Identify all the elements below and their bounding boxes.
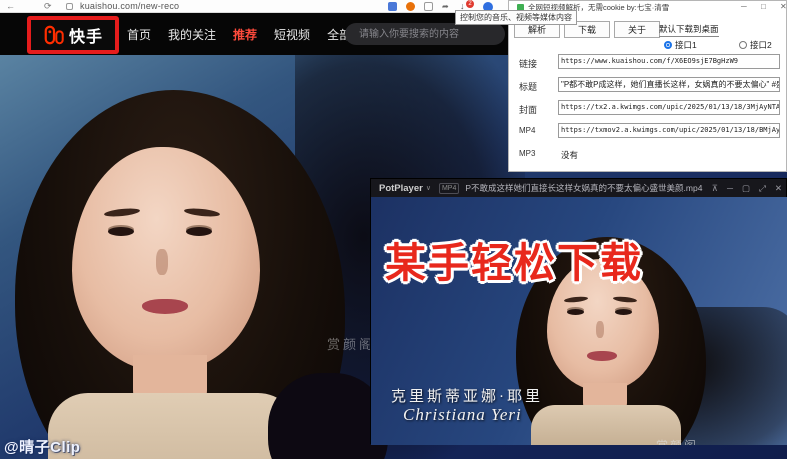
format-tag: MP4: [439, 183, 459, 194]
field-link[interactable]: https://www.kuaishou.com/f/X6EO9sjE7BgHz…: [558, 54, 780, 69]
field-mp3: 没有: [561, 149, 578, 161]
person-eye: [567, 309, 584, 315]
caption-english: Christiana Yeri: [403, 405, 522, 425]
media-control-tooltip: 控制您的音乐、视频等媒体内容: [455, 10, 577, 25]
radio-interface-2[interactable]: 接口2: [739, 39, 772, 51]
maximize-icon[interactable]: □: [761, 1, 766, 13]
person-eye: [186, 227, 212, 236]
close-icon[interactable]: ✕: [780, 1, 787, 13]
creator-watermark: @晴子Clip: [4, 436, 80, 457]
radio-unselected-icon[interactable]: [739, 41, 747, 49]
person-lips: [587, 351, 617, 361]
person-nose: [596, 321, 604, 338]
potplayer-window: PotPlayer ∨ MP4 P不敢成这样她们直接长这样女娲真的不要太偏心盛世…: [370, 178, 787, 444]
search-input[interactable]: [345, 23, 505, 45]
chevron-down-icon[interactable]: ∨: [426, 184, 431, 192]
extension-icon[interactable]: [388, 2, 397, 11]
minimize-icon[interactable]: ─: [741, 1, 747, 13]
radio-selected-icon[interactable]: [664, 41, 672, 49]
refresh-icon[interactable]: ⟳: [44, 0, 52, 13]
nav-following[interactable]: 我的关注: [168, 26, 216, 43]
person-lips: [142, 299, 188, 314]
video-watermark: 赏颜阁: [327, 334, 375, 353]
person-brow: [613, 296, 637, 303]
minimize-icon[interactable]: ─: [727, 179, 733, 197]
person-brow: [104, 207, 141, 218]
nav-recommend[interactable]: 推荐: [233, 26, 257, 43]
field-label-mp3: MP3: [519, 149, 535, 158]
field-label-cover: 封面: [519, 103, 537, 116]
close-icon[interactable]: ✕: [775, 179, 782, 197]
address-bar[interactable]: kuaishou.com/new-reco: [80, 0, 179, 13]
parser-window: 全网短视频解析，无需cookie by:七宝·清雪 ─ □ ✕ 解析 下载 关于…: [508, 0, 787, 172]
potplayer-filename: P不敢成这样她们直接长这样女娲真的不要太偏心盛世美颜.mp4: [465, 182, 703, 194]
nav-home[interactable]: 首页: [127, 26, 151, 43]
logo-highlight-box: 快手: [27, 16, 119, 54]
extension-icon[interactable]: [406, 2, 415, 11]
person-eye: [108, 227, 134, 236]
field-label-mp4: MP4: [519, 126, 535, 135]
fullscreen-icon[interactable]: ⤢: [759, 179, 766, 197]
maximize-icon[interactable]: ▢: [742, 179, 750, 197]
field-cover[interactable]: https://tx2.a.kwimgs.com/upic/2025/01/13…: [558, 100, 780, 115]
share-icon[interactable]: ➦: [442, 0, 449, 13]
pin-icon[interactable]: ⊼: [712, 179, 718, 197]
caption-chinese: 克里斯蒂亚娜·耶里: [391, 385, 543, 406]
person-brow: [564, 296, 588, 303]
field-label-title: 标题: [519, 80, 537, 93]
field-label-link: 链接: [519, 57, 537, 70]
site-icon: [66, 3, 73, 10]
person-brow: [184, 207, 221, 218]
field-mp4[interactable]: https://txmov2.a.kwimgs.com/upic/2025/01…: [558, 123, 780, 138]
nav-shortvideo[interactable]: 短视频: [274, 26, 310, 43]
tab-about[interactable]: 关于: [614, 21, 660, 38]
video-watermark: 赏颜阁: [656, 437, 698, 445]
potplayer-app-name[interactable]: PotPlayer: [379, 183, 423, 194]
back-icon[interactable]: ←: [6, 0, 15, 13]
video-overlay-text: 某手轻松下载: [385, 229, 643, 289]
site-nav: 首页 我的关注 推荐 短视频 全部∨: [127, 13, 359, 55]
kuaishou-logo-text[interactable]: 快手: [69, 23, 103, 47]
person-nose: [156, 249, 168, 275]
screen: 赏颜阁 @晴子Clip ← ⟳ kuaishou.com/new-reco ➦ …: [0, 0, 787, 459]
kuaishou-logo-icon: [43, 24, 65, 46]
radio-interface-1[interactable]: 接口1: [664, 39, 697, 51]
field-title[interactable]: "P都不敢P成这样，她们直播长这样，女娲真的不要太偏心" #盛世美颜: [558, 77, 780, 92]
person-eye: [615, 309, 632, 315]
potplayer-video[interactable]: 某手轻松下载 克里斯蒂亚娜·耶里 Christiana Yeri 赏颜阁: [371, 197, 787, 445]
extension-icon[interactable]: [424, 2, 433, 11]
person-clothing: [48, 393, 298, 459]
download-hint: 默认下载到桌面: [659, 23, 719, 37]
notification-badge: 2: [466, 0, 474, 8]
potplayer-titlebar[interactable]: PotPlayer ∨ MP4 P不敢成这样她们直接长这样女娲真的不要太偏心盛世…: [371, 179, 786, 197]
